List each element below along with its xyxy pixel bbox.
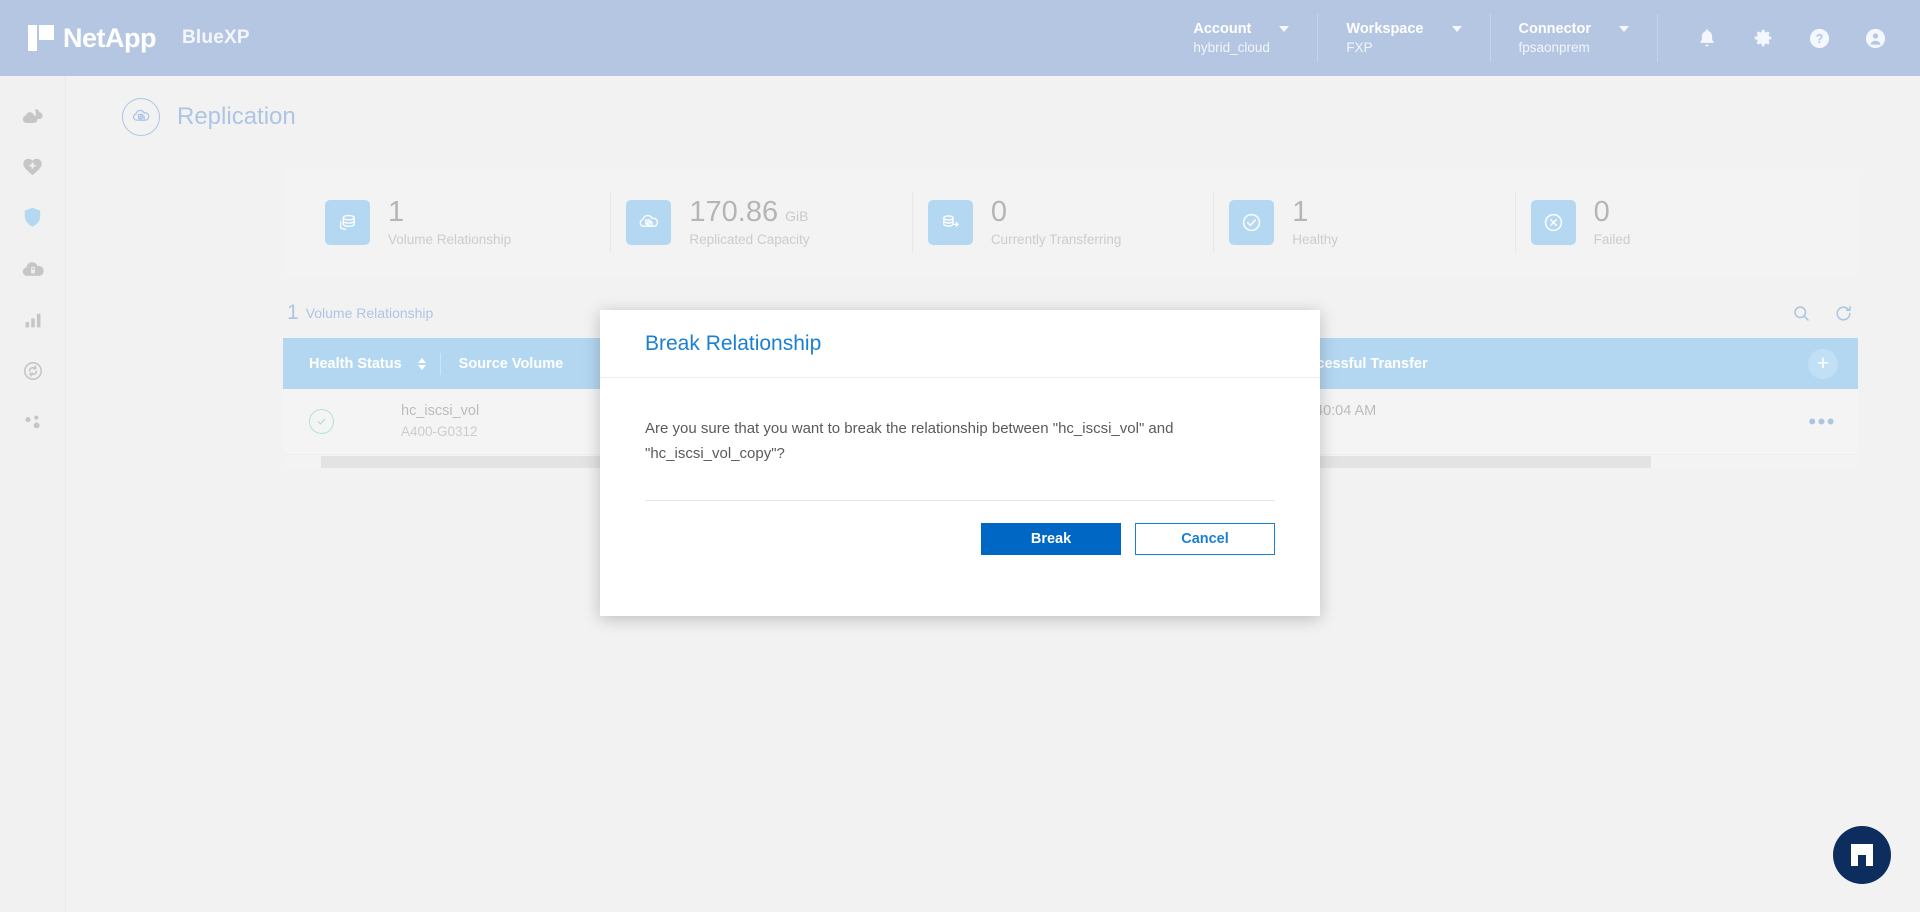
cancel-button[interactable]: Cancel — [1135, 523, 1275, 556]
netapp-mark-icon — [1851, 844, 1873, 866]
dialog-title: Break Relationship — [645, 331, 822, 355]
dialog-message-line1: Are you sure that you want to break the … — [645, 420, 1174, 437]
dialog-body: Are you sure that you want to break the … — [600, 378, 1320, 466]
dialog-message: Are you sure that you want to break the … — [645, 416, 1215, 466]
netapp-chat-fab[interactable] — [1833, 826, 1891, 884]
dialog-message-line2: "hc_iscsi_vol_copy"? — [645, 445, 785, 463]
break-button[interactable]: Break — [981, 523, 1121, 556]
dialog-actions: Break Cancel — [600, 501, 1320, 556]
dialog-header: Break Relationship — [600, 310, 1320, 378]
break-relationship-dialog: Break Relationship Are you sure that you… — [600, 310, 1320, 616]
